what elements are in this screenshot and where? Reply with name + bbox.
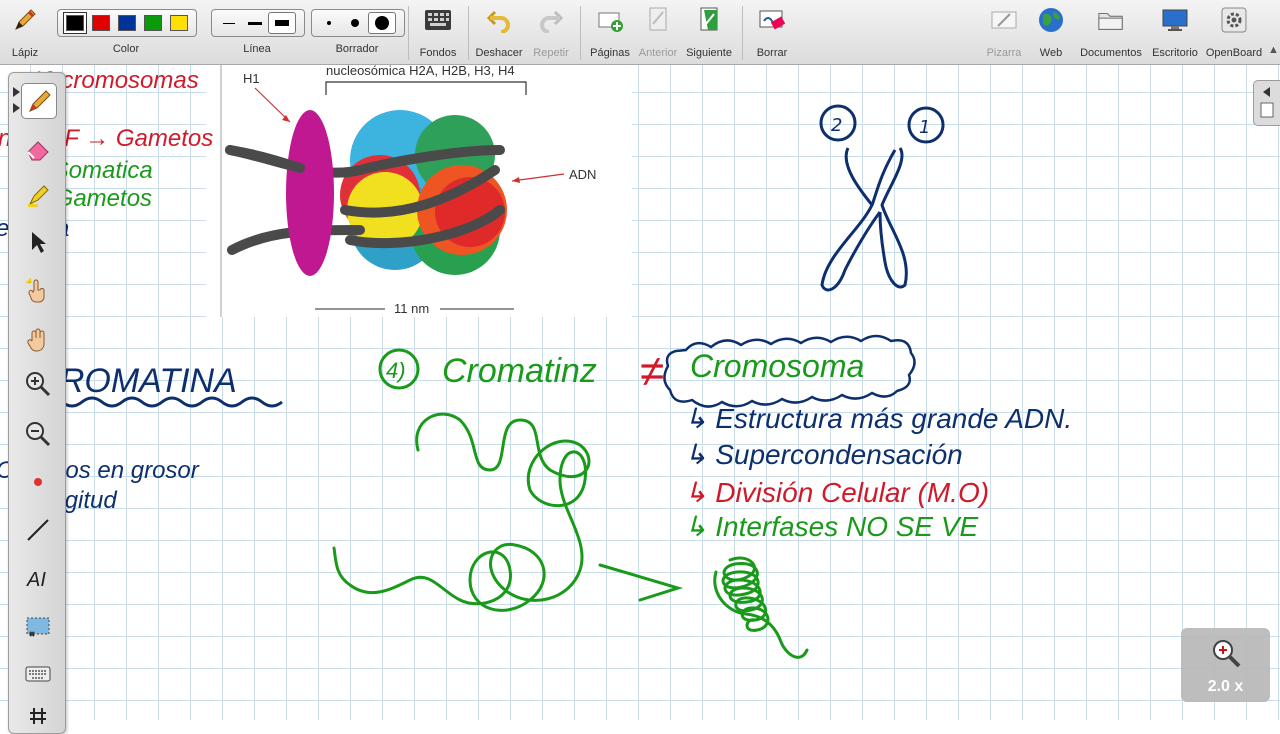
- hand-icon: [27, 328, 45, 352]
- zoom-level: 2.0 x: [1207, 678, 1244, 695]
- nucleosome-figure: nucleosómica H2A, H2B, H3, H4 H1 ADN 11 …: [206, 63, 632, 317]
- eraser-icon: [27, 141, 49, 161]
- bullet-estructura: ↳ Estructura más grande ADN.: [684, 403, 1072, 434]
- palette-hand-tool[interactable]: [21, 323, 55, 357]
- palette-zoom-in-tool[interactable]: [21, 367, 55, 401]
- zoom-indicator[interactable]: 2.0 x: [1181, 628, 1270, 702]
- h1-label: H1: [243, 71, 260, 86]
- chromosome-label-2: 2: [831, 115, 842, 136]
- scale-label: 11 nm: [394, 301, 429, 316]
- chromosome-label-1: 1: [919, 117, 930, 138]
- magnifier-icon: [1212, 640, 1240, 668]
- hash-grid-icon: [30, 708, 46, 724]
- laser-pointer-icon: [34, 478, 42, 486]
- cromatina-heading: Cromatinz: [442, 352, 597, 390]
- palette-laser-tool[interactable]: [21, 465, 55, 499]
- not-equal-sign: ≠: [640, 347, 664, 396]
- zoom-out-icon: [26, 422, 51, 447]
- bullet-supercondensacion: ↳ Supercondensación: [684, 439, 963, 470]
- right-panel-tab[interactable]: [1253, 80, 1280, 126]
- palette-zoom-out-tool[interactable]: [21, 417, 55, 451]
- line-icon: [27, 519, 49, 541]
- pointing-hand-icon: [25, 277, 45, 303]
- section-number: 4): [386, 358, 406, 383]
- palette-capture-tool[interactable]: [21, 611, 55, 645]
- cursor-arrow-icon: [32, 232, 46, 253]
- keyboard-icon: [25, 666, 51, 682]
- cromosoma-heading: Cromosoma: [690, 348, 864, 384]
- palette-interact-tool[interactable]: [21, 273, 55, 307]
- palette-eraser-tool[interactable]: [21, 131, 55, 165]
- palette-grid-tool[interactable]: [21, 699, 55, 733]
- palette-keyboard-tool[interactable]: [21, 657, 55, 691]
- palette-line-tool[interactable]: [21, 513, 55, 547]
- highlighter-icon: [28, 185, 49, 207]
- octamer-label: nucleosómica H2A, H2B, H3, H4: [326, 63, 515, 78]
- pen-icon: [29, 90, 51, 112]
- board-drawing-layer: nucleosómica H2A, H2B, H3, H4 H1 ADN 11 …: [0, 63, 1072, 659]
- palette-pen-tool[interactable]: [21, 83, 57, 119]
- palette-marker-tool[interactable]: [21, 179, 55, 213]
- adn-label: ADN: [569, 167, 596, 182]
- bullet-interfases: ↳ Interfases NO SE VE: [684, 511, 979, 542]
- zoom-in-icon: [26, 372, 51, 397]
- expand-panel-icon: [1260, 87, 1274, 118]
- svg-text:AI: AI: [26, 569, 46, 591]
- text-icon: AI: [26, 569, 46, 591]
- palette-select-tool[interactable]: [21, 225, 55, 259]
- tool-palette: AI: [8, 72, 66, 734]
- bullet-division-celular: ↳ División Celular (M.O): [684, 477, 989, 508]
- cromatina-cromosoma-notes: 4) Cromatinz ≠ Cromosoma ↳ Estructura má…: [378, 334, 1072, 542]
- palette-text-tool[interactable]: AI: [21, 561, 55, 595]
- screen-capture-icon: [26, 617, 50, 637]
